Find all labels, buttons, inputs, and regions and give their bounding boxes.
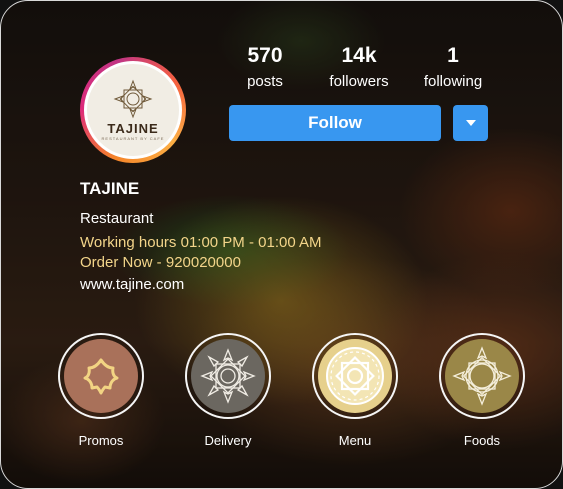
- highlight-menu-ring: [312, 333, 398, 419]
- mandala-logo-icon: [113, 79, 153, 119]
- profile-category: Restaurant: [80, 210, 154, 227]
- highlight-delivery-bubble: [191, 339, 265, 413]
- highlight-foods-label: Foods: [463, 433, 501, 448]
- stat-posts-label: posts: [247, 73, 283, 90]
- follow-dropdown-button[interactable]: [453, 105, 488, 141]
- mandala-icon: [326, 347, 384, 405]
- highlight-menu-bubble: [318, 339, 392, 413]
- highlight-delivery[interactable]: Delivery: [183, 333, 273, 448]
- follow-button[interactable]: Follow: [229, 105, 441, 141]
- highlight-delivery-ring: [185, 333, 271, 419]
- highlight-menu[interactable]: Menu: [310, 333, 400, 448]
- profile-website-link[interactable]: www.tajine.com: [80, 276, 184, 293]
- profile-card: TAJINE RESTAURANT BY CAFE 570 posts 14k …: [0, 0, 563, 489]
- stat-following[interactable]: 1 following: [415, 44, 491, 92]
- logo-brand-text: TAJINE: [107, 121, 159, 136]
- profile-name: TAJINE: [80, 179, 140, 198]
- stat-followers-value: 14k: [341, 44, 377, 67]
- highlight-promos-ring: [58, 333, 144, 419]
- stat-following-value: 1: [447, 44, 459, 67]
- stat-posts-value: 570: [247, 44, 283, 67]
- highlight-foods[interactable]: Foods: [437, 333, 527, 448]
- fleur-icon: [83, 358, 119, 395]
- stat-posts[interactable]: 570 posts: [239, 44, 291, 92]
- logo-tagline: RESTAURANT BY CAFE: [101, 136, 165, 141]
- highlight-foods-bubble: [445, 339, 519, 413]
- chevron-down-icon: [465, 120, 476, 126]
- profile-avatar-ring[interactable]: TAJINE RESTAURANT BY CAFE: [80, 57, 186, 163]
- stat-following-label: following: [423, 73, 483, 90]
- highlight-foods-ring: [439, 333, 525, 419]
- highlight-promos-label: Promos: [78, 433, 124, 448]
- highlight-delivery-label: Delivery: [204, 433, 252, 448]
- profile-hours: Working hours 01:00 PM - 01:00 AM: [80, 234, 322, 251]
- highlight-promos-bubble: [64, 339, 138, 413]
- mandala-icon: [452, 346, 512, 406]
- highlight-promos[interactable]: Promos: [56, 333, 146, 448]
- avatar[interactable]: TAJINE RESTAURANT BY CAFE: [84, 61, 182, 159]
- stat-followers[interactable]: 14k followers: [323, 44, 395, 92]
- mandala-icon: [200, 348, 256, 404]
- profile-order: Order Now - 920020000: [80, 254, 241, 271]
- stat-followers-label: followers: [329, 73, 389, 90]
- highlight-menu-label: Menu: [338, 433, 372, 448]
